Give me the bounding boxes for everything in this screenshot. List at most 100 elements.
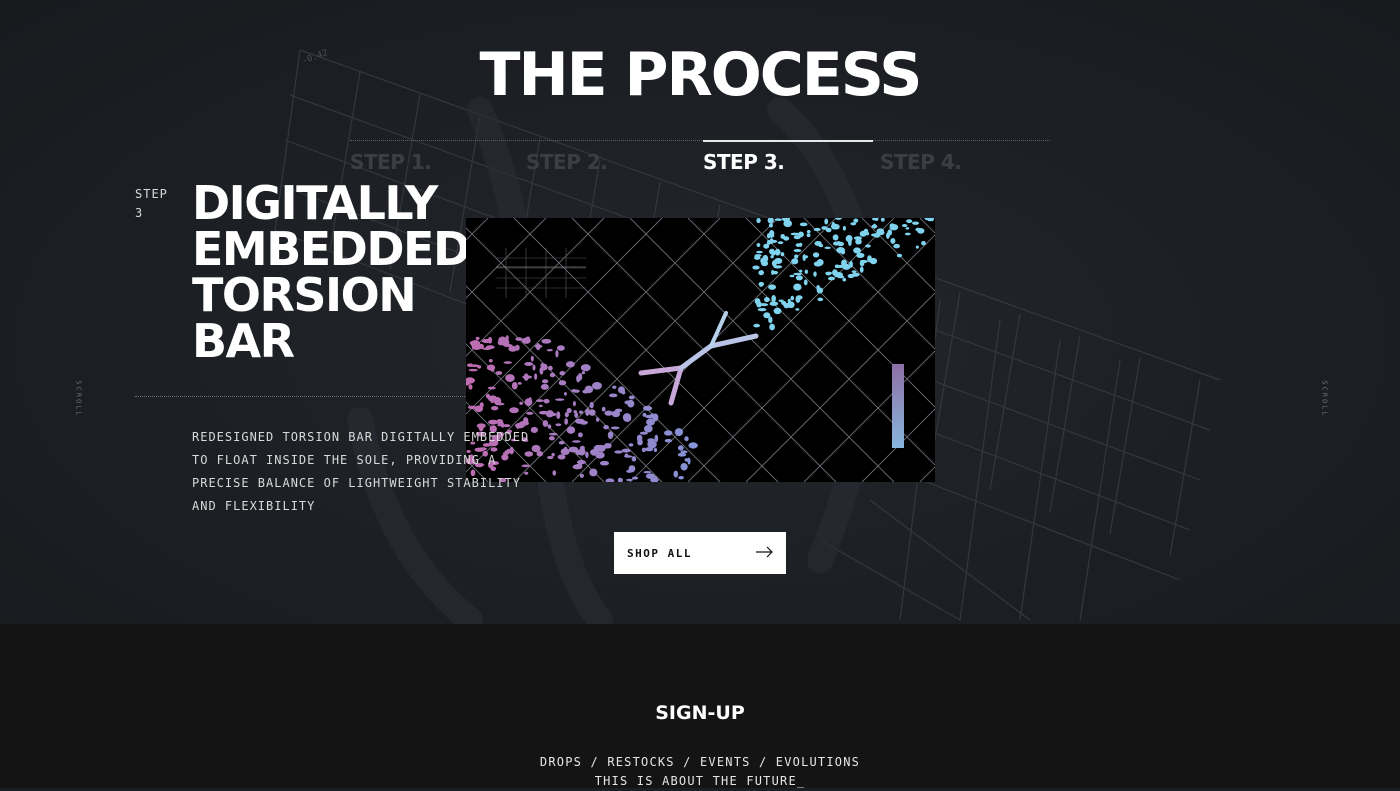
particle xyxy=(534,373,538,380)
particle xyxy=(773,307,782,315)
particle xyxy=(621,448,631,453)
particle xyxy=(530,355,534,362)
step-2-tab[interactable]: STEP 2. xyxy=(526,150,608,174)
particle xyxy=(631,476,639,480)
particle xyxy=(768,284,777,290)
particle xyxy=(528,397,532,403)
particle xyxy=(610,426,620,430)
particle xyxy=(588,409,596,416)
shop-all-button[interactable]: SHOP ALL xyxy=(614,532,786,574)
particle xyxy=(470,340,481,348)
particle xyxy=(524,361,534,366)
particle xyxy=(551,452,555,457)
particle xyxy=(503,361,512,364)
description-line: PRECISE BALANCE OF LIGHTWEIGHT STABILITY xyxy=(192,476,521,490)
particle xyxy=(876,228,885,234)
particle xyxy=(680,450,688,454)
particle xyxy=(515,337,523,341)
particle xyxy=(546,455,554,460)
particle xyxy=(490,367,495,372)
particle xyxy=(589,401,594,409)
particle xyxy=(859,259,868,264)
particle xyxy=(771,260,777,267)
particle xyxy=(678,475,684,480)
particle xyxy=(752,265,760,270)
particle xyxy=(576,459,586,465)
particle xyxy=(760,257,765,264)
step-3-tab[interactable]: STEP 3. xyxy=(703,150,785,174)
particle xyxy=(525,336,530,340)
particle xyxy=(524,471,529,475)
particle xyxy=(558,380,567,386)
particle xyxy=(851,272,860,277)
particle xyxy=(601,406,606,412)
particle xyxy=(793,272,803,276)
particle xyxy=(763,312,771,319)
particle xyxy=(921,241,926,246)
particle xyxy=(917,228,925,234)
step-4-tab[interactable]: STEP 4. xyxy=(880,150,962,174)
particle xyxy=(759,303,769,307)
particle xyxy=(644,447,654,452)
particle xyxy=(505,335,509,342)
particle xyxy=(803,279,808,286)
particle xyxy=(769,323,775,331)
particle xyxy=(514,422,525,429)
particle xyxy=(865,244,871,248)
particle xyxy=(912,221,920,225)
particle xyxy=(680,462,688,471)
particle xyxy=(825,271,833,275)
particle xyxy=(643,470,652,474)
particle xyxy=(821,226,828,230)
particle xyxy=(873,223,877,229)
particle xyxy=(818,243,824,248)
particle xyxy=(853,236,862,241)
particle xyxy=(580,364,591,372)
particle xyxy=(774,248,781,256)
particle xyxy=(817,297,824,302)
particle xyxy=(559,370,566,376)
particle xyxy=(522,375,533,379)
particle xyxy=(831,221,836,229)
particle xyxy=(673,470,679,478)
particle xyxy=(770,250,776,256)
particle xyxy=(777,241,784,245)
particle xyxy=(511,381,518,390)
particle xyxy=(798,269,803,273)
particle xyxy=(642,412,647,417)
arrow-right-icon xyxy=(756,546,773,558)
particle xyxy=(509,407,519,414)
particle xyxy=(850,222,857,226)
particle xyxy=(547,424,552,429)
particle xyxy=(584,385,594,394)
particle xyxy=(841,259,847,267)
description-line: AND FLEXIBILITY xyxy=(192,499,316,513)
particle xyxy=(764,296,770,303)
particle xyxy=(677,452,687,457)
particle xyxy=(536,450,544,457)
particle xyxy=(485,393,491,399)
particle xyxy=(556,345,565,351)
particle xyxy=(626,478,633,482)
particle xyxy=(505,374,515,382)
description-line: REDESIGNED TORSION BAR DIGITALLY EMBEDDE… xyxy=(192,430,530,444)
particle xyxy=(758,270,765,276)
particle xyxy=(523,417,529,425)
particle xyxy=(836,247,845,254)
particle xyxy=(555,398,565,401)
particle xyxy=(466,363,474,368)
particle xyxy=(491,405,499,411)
particle xyxy=(771,294,776,303)
particle xyxy=(521,464,531,468)
particle xyxy=(783,236,790,241)
particle xyxy=(905,227,910,230)
step-1-tab[interactable]: STEP 1. xyxy=(350,150,432,174)
color-scale-bar xyxy=(892,364,904,448)
particle xyxy=(532,364,536,371)
particle xyxy=(674,428,684,437)
particle xyxy=(572,440,581,443)
particle xyxy=(793,283,802,291)
particle xyxy=(596,417,600,422)
particle xyxy=(766,239,771,245)
particle xyxy=(608,393,618,398)
